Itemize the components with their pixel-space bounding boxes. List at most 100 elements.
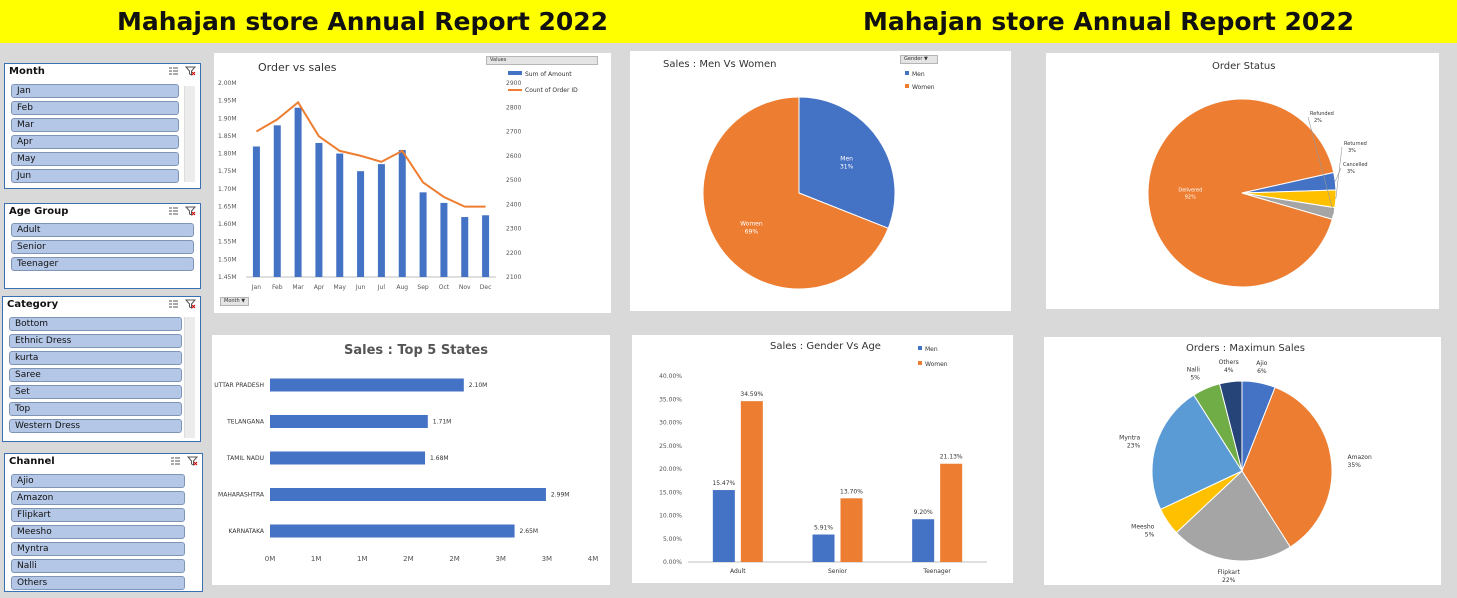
- x-tick-label: 3M: [542, 555, 553, 563]
- y-tick-label: 1.85M: [218, 133, 237, 140]
- month-slicer-scrollbar[interactable]: [184, 86, 195, 182]
- top-states-panel[interactable]: Sales : Top 5 States UTTAR PRADESH 2.10M T…: [212, 335, 610, 585]
- bar-oct: [440, 202, 448, 277]
- month-item-jan[interactable]: Jan: [11, 84, 179, 98]
- clear-filter-icon[interactable]: [185, 66, 196, 76]
- channel-item-meesho[interactable]: Meesho: [11, 525, 185, 539]
- y-right-tick-label: 2300: [506, 226, 521, 233]
- legend-swatch-men: [918, 346, 922, 350]
- men-vs-women-chart: Men31%Women69%MenWomen: [702, 71, 935, 290]
- y-tick-label: 1.45M: [218, 274, 237, 281]
- y-tick-label: 0.00%: [663, 559, 682, 566]
- category-item-set[interactable]: Set: [9, 385, 182, 399]
- y-tick-label: 1.95M: [218, 98, 237, 105]
- pie-label-pct-delivered: 92%: [1185, 194, 1196, 200]
- bar-women-senior: [840, 498, 863, 562]
- channel-item-others[interactable]: Others: [11, 576, 185, 590]
- pie-label-pct-flipkart: 22%: [1222, 577, 1236, 584]
- pie-label-name-meesho: Meesho: [1131, 524, 1154, 531]
- channel-item-flipkart[interactable]: Flipkart: [11, 508, 185, 522]
- category-item-top[interactable]: Top: [9, 402, 182, 416]
- category-item-kurta[interactable]: kurta: [9, 351, 182, 365]
- category-item-saree[interactable]: Saree: [9, 368, 182, 382]
- month-item-feb[interactable]: Feb: [11, 101, 179, 115]
- pie-label-name-amazon: Amazon: [1348, 454, 1372, 461]
- y-right-tick-label: 2600: [506, 153, 521, 160]
- month-item-mar[interactable]: Mar: [11, 118, 179, 132]
- report-title-left: Mahajan store Annual Report 2022: [117, 7, 609, 36]
- month-item-may[interactable]: May: [11, 152, 179, 166]
- multi-select-icon[interactable]: [168, 66, 179, 76]
- category-item-bottom[interactable]: Bottom: [9, 317, 182, 331]
- legend-swatch-women: [905, 84, 909, 88]
- data-label-uttar-pradesh: 2.10M: [469, 382, 488, 389]
- multi-select-icon[interactable]: [170, 456, 181, 466]
- age-group-slicer-title: Age Group: [9, 206, 69, 217]
- age-item-senior[interactable]: Senior: [11, 240, 194, 254]
- channel-item-nalli[interactable]: Nalli: [11, 559, 185, 573]
- state-label-karnataka: KARNATAKA: [229, 528, 265, 535]
- y-tick-label: 25.00%: [659, 443, 682, 450]
- x-tick-label: 2M: [449, 555, 460, 563]
- y-tick-label: 40.00%: [659, 373, 682, 380]
- bar-women-adult: [740, 401, 763, 562]
- age-item-adult[interactable]: Adult: [11, 223, 194, 237]
- x-tick-label: 2M: [403, 555, 414, 563]
- bar-mar: [294, 107, 302, 277]
- data-label-women-teenager: 21.13%: [940, 454, 963, 461]
- clear-filter-icon[interactable]: [185, 299, 196, 309]
- channel-item-ajio[interactable]: Ajio: [11, 474, 185, 488]
- bar-maharashtra: [270, 488, 546, 501]
- pie-label-name-cancelled: Cancelled: [1343, 162, 1368, 168]
- men-vs-women-panel[interactable]: Sales : Men Vs Women Gender ▼ Men 31% Wome…: [630, 51, 1011, 311]
- y-tick-label: 15.00%: [659, 489, 682, 496]
- y-tick-label: 1.80M: [218, 151, 237, 158]
- channel-item-myntra[interactable]: Myntra: [11, 542, 185, 556]
- order-status-panel[interactable]: Order Status Delivered 92% Cancelled 3% Retu…: [1046, 53, 1439, 309]
- max-sales-panel[interactable]: Orders : Maximun Sales Ajio 6% Amazon 35% Fl…: [1044, 337, 1441, 585]
- clear-filter-icon[interactable]: [185, 206, 196, 216]
- category-item-ethnic-dress[interactable]: Ethnic Dress: [9, 334, 182, 348]
- channel-slicer-title: Channel: [9, 456, 55, 467]
- month-item-jun[interactable]: Jun: [11, 169, 179, 183]
- x-tick-label: Senior: [828, 568, 848, 575]
- data-label-tamil-nadu: 1.68M: [430, 455, 449, 462]
- gender-vs-age-panel[interactable]: Sales : Gender Vs Age 0.00% 5.00% 10.00% 15…: [632, 335, 1013, 583]
- category-slicer: Category Bottom Ethnic Dress kurta Saree…: [2, 296, 201, 442]
- bar-telangana: [270, 415, 428, 428]
- y-right-tick-label: 2700: [506, 129, 521, 136]
- data-label-women-adult: 34.59%: [740, 391, 763, 398]
- x-tick-label: Oct: [439, 284, 450, 291]
- pie-label-pct-cancelled: 3%: [1347, 169, 1355, 175]
- y-right-tick-label: 2400: [506, 201, 521, 208]
- x-tick-label: Aug: [396, 284, 408, 291]
- max-sales-chart: Ajio6%Amazon35%Flipkart22%Meesho5%Myntra…: [1119, 359, 1372, 584]
- month-item-apr[interactable]: Apr: [11, 135, 179, 149]
- y-tick-label: 20.00%: [659, 466, 682, 473]
- pie-label-pct-women: 69%: [745, 228, 759, 235]
- pie-label-pct-ajio: 6%: [1257, 368, 1267, 375]
- category-slicer-scrollbar[interactable]: [184, 317, 195, 438]
- x-tick-label: Mar: [292, 284, 304, 291]
- y-tick-label: 5.00%: [663, 536, 682, 543]
- bar-men-adult: [712, 490, 735, 562]
- y-tick-label: 1.90M: [218, 115, 237, 122]
- channel-item-amazon[interactable]: Amazon: [11, 491, 185, 505]
- category-item-western-dress[interactable]: Western Dress: [9, 419, 182, 433]
- multi-select-icon[interactable]: [168, 299, 179, 309]
- x-tick-label: Jun: [355, 284, 366, 291]
- bar-jun: [357, 171, 365, 277]
- report-banner: Mahajan store Annual Report 2022 Mahajan…: [0, 0, 1457, 43]
- multi-select-icon[interactable]: [168, 206, 179, 216]
- order-vs-sales-panel[interactable]: Order vs sales Values Month ▼ 1.45M 1.50M…: [214, 53, 611, 313]
- state-label-maharashtra: MAHARASHTRA: [218, 492, 265, 499]
- bar-sep: [419, 192, 427, 277]
- age-item-teenager[interactable]: Teenager: [11, 257, 194, 271]
- pie-label-pct-nalli: 5%: [1190, 375, 1200, 382]
- gender-vs-age-chart: 0.00% 5.00% 10.00% 15.00% 20.00% 25.00% 30.00%…: [659, 346, 987, 575]
- month-slicer: Month Jan Feb Mar Apr May Jun: [4, 63, 201, 189]
- x-tick-label: Teenager: [922, 568, 951, 575]
- bar-karnataka: [270, 524, 515, 538]
- clear-filter-icon[interactable]: [187, 456, 198, 466]
- x-tick-label: Adult: [730, 568, 746, 575]
